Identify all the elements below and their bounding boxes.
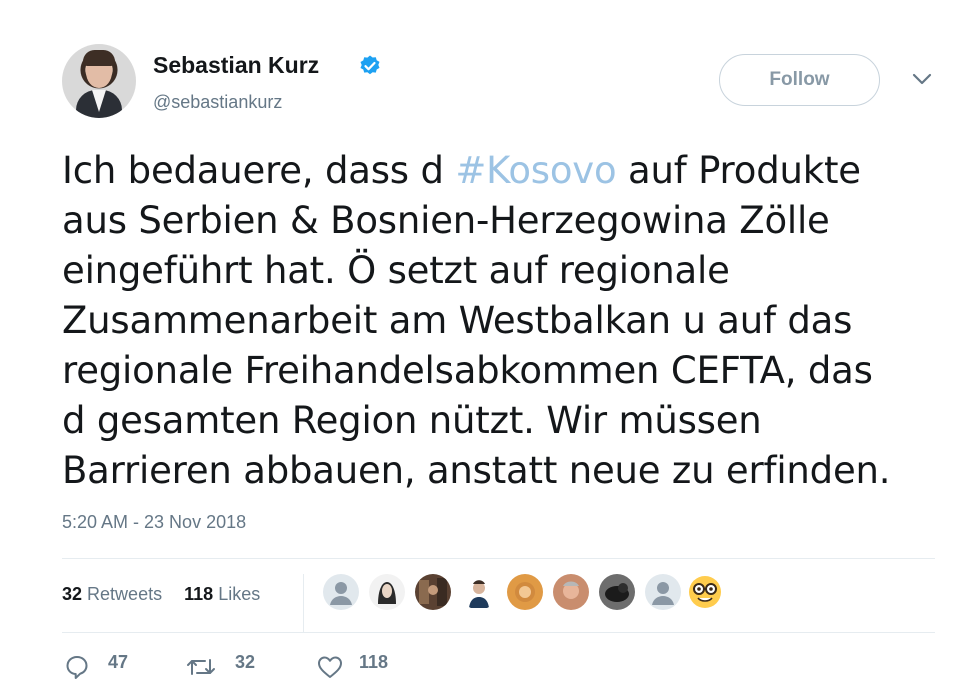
like-count[interactable]: 118 [359,652,388,673]
author-name[interactable]: Sebastian Kurz [153,52,319,79]
avatar-hair [83,50,115,66]
tweet-line: d gesamten Region nützt. Wir müssen [62,399,762,442]
divider [62,632,935,633]
tweet-line: aus Serbien & Bosnien-Herzegowina Zölle [62,199,830,242]
tweet-line: Ich bedauere, dass d #Kosovo auf Produkt… [62,146,942,196]
tweet-line-text: auf Produkte [616,149,861,192]
tweet-text: Ich bedauere, dass d #Kosovo auf Produkt… [62,146,942,496]
retweets-label[interactable]: Retweets [87,584,162,604]
tweet-line: regionale Freihandelsabkommen CEFTA, das [62,349,873,392]
default-avatar-icon[interactable] [323,574,359,610]
stats-separator [303,574,304,632]
follow-button[interactable]: Follow [719,54,880,106]
engagement-stats: 32 Retweets 118 Likes [62,584,260,605]
tweet-timestamp[interactable]: 5:20 AM - 23 Nov 2018 [62,512,246,533]
tweet-line: eingeführt hat. Ö setzt auf regionale [62,249,730,292]
retweet-icon[interactable] [186,654,216,680]
user-avatar-icon[interactable] [553,574,589,610]
chevron-down-icon[interactable] [911,72,933,86]
verified-badge-icon [360,55,380,75]
divider [62,558,935,559]
like-heart-icon[interactable] [316,654,344,680]
likes-count[interactable]: 118 [184,584,213,604]
reply-count[interactable]: 47 [108,652,128,673]
default-avatar-icon[interactable] [645,574,681,610]
tweet-line: Zusammenarbeit am Westbalkan u auf das [62,299,853,342]
user-avatar-icon[interactable] [461,574,497,610]
user-avatar-icon[interactable] [599,574,635,610]
reply-icon[interactable] [64,654,90,680]
user-avatar-icon[interactable] [369,574,405,610]
likes-label[interactable]: Likes [218,584,260,604]
tweet-line: Barrieren abbauen, anstatt neue zu erfin… [62,449,891,492]
retweet-count[interactable]: 32 [235,652,255,673]
nerd-face-emoji-icon[interactable] [687,574,723,610]
author-handle[interactable]: @sebastiankurz [153,92,282,113]
author-avatar[interactable] [62,44,136,118]
tweet-line-text: Ich bedauere, dass d [62,149,456,192]
retweets-count[interactable]: 32 [62,584,82,604]
hashtag-link[interactable]: #Kosovo [455,149,616,192]
user-avatar-icon[interactable] [507,574,543,610]
user-avatar-icon[interactable] [415,574,451,610]
